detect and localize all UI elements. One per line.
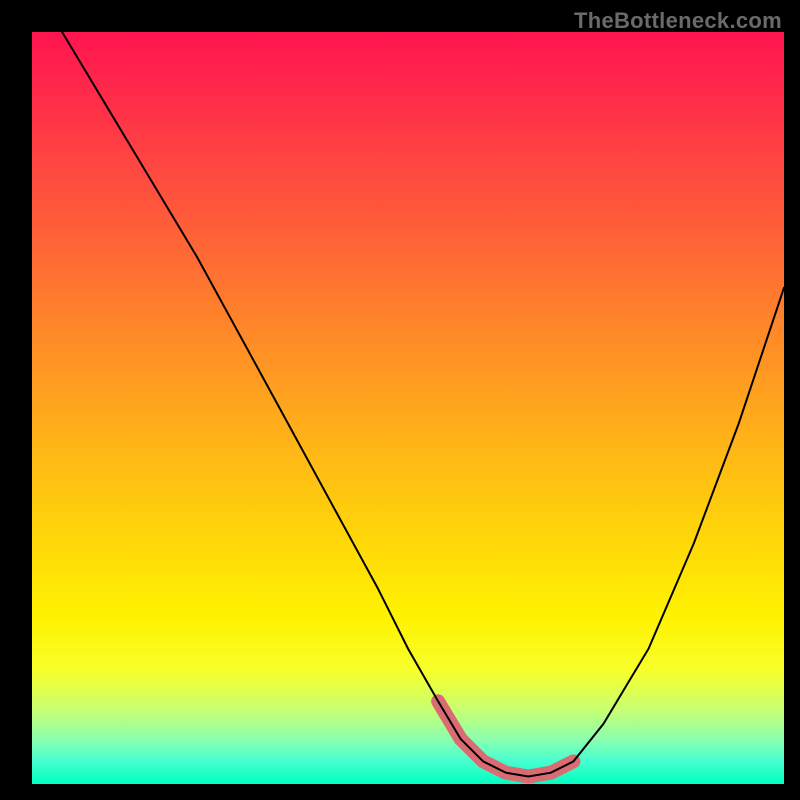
chart-frame: TheBottleneck.com [0, 0, 800, 800]
chart-overlay [0, 0, 800, 800]
highlight-flat-region [438, 701, 573, 776]
bottleneck-curve [62, 32, 784, 777]
